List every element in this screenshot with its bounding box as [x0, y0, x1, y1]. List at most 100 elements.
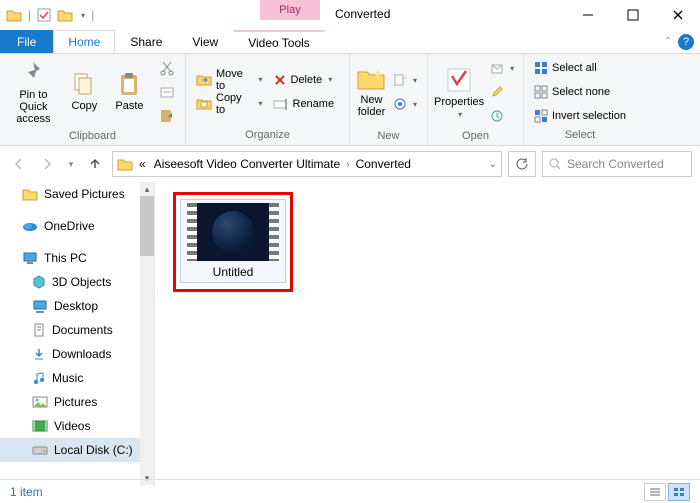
- pin-to-quick-access-button[interactable]: Pin to Quick access: [6, 56, 61, 128]
- edit-button[interactable]: [486, 81, 518, 103]
- tab-home[interactable]: Home: [53, 30, 115, 53]
- tree-item[interactable]: Downloads: [0, 342, 154, 366]
- back-button[interactable]: [8, 153, 30, 175]
- status-bar: 1 item: [0, 479, 700, 503]
- properties-button[interactable]: Properties ▾: [434, 56, 484, 128]
- group-label-select: Select: [524, 129, 636, 145]
- tree-item-label: Saved Pictures: [44, 187, 125, 201]
- checkbox-icon[interactable]: [37, 8, 51, 22]
- file-name: Untitled: [184, 265, 282, 279]
- tree-item[interactable]: 3D Objects: [0, 270, 154, 294]
- status-text: 1 item: [10, 485, 43, 499]
- tree-item[interactable]: Pictures: [0, 390, 154, 414]
- tree-item-label: This PC: [44, 251, 87, 265]
- select-none-icon: [534, 85, 548, 99]
- folder-icon: [57, 8, 73, 22]
- breadcrumb-1[interactable]: Aiseesoft Video Converter Ultimate: [152, 157, 343, 171]
- paste-shortcut-button[interactable]: [155, 105, 179, 127]
- tree-item[interactable]: Music: [0, 366, 154, 390]
- search-input[interactable]: Search Converted: [542, 151, 692, 177]
- qat-dropdown-icon[interactable]: ▾: [81, 11, 85, 20]
- help-icon[interactable]: ?: [678, 34, 694, 50]
- tree-item-label: Music: [52, 371, 83, 385]
- tree-item[interactable]: Videos: [0, 414, 154, 438]
- vid-icon: [32, 420, 48, 432]
- folder-icon: [6, 8, 22, 22]
- tree-item[interactable]: OneDrive: [0, 214, 154, 238]
- pin-label: Pin to Quick access: [6, 89, 61, 125]
- tree-item[interactable]: This PC: [0, 246, 154, 270]
- ribbon: Pin to Quick access Copy Paste Clipboard…: [0, 54, 700, 146]
- tree-item-label: 3D Objects: [52, 275, 111, 289]
- chevron-right-icon[interactable]: ›: [346, 159, 349, 170]
- pic-icon: [32, 396, 48, 408]
- scroll-up-icon[interactable]: ▴: [140, 182, 154, 196]
- tab-view[interactable]: View: [177, 30, 233, 53]
- easy-access-icon: [393, 97, 407, 111]
- invert-selection-icon: [534, 109, 548, 123]
- tab-file[interactable]: File: [0, 30, 53, 53]
- copy-button[interactable]: Copy: [63, 56, 106, 128]
- minimize-button[interactable]: [565, 0, 610, 30]
- history-icon: [490, 109, 504, 123]
- icons-view-button[interactable]: [668, 483, 690, 501]
- new-item-button[interactable]: ▾: [389, 69, 421, 91]
- close-button[interactable]: [655, 0, 700, 30]
- scrollbar[interactable]: ▴ ▾: [140, 182, 154, 485]
- address-bar[interactable]: « Aiseesoft Video Converter Ultimate › C…: [112, 151, 502, 177]
- tree-item[interactable]: Local Disk (C:): [0, 438, 154, 462]
- folder-icon: [22, 187, 38, 201]
- select-all-button[interactable]: Select all: [530, 57, 630, 79]
- group-label-organize: Organize: [186, 129, 349, 145]
- chevron-down-icon: ▾: [258, 99, 262, 108]
- tree-item[interactable]: Documents: [0, 318, 154, 342]
- nav-row: ▾ « Aiseesoft Video Converter Ultimate ›…: [0, 146, 700, 182]
- content-area[interactable]: Untitled: [155, 182, 700, 485]
- forward-button[interactable]: [36, 153, 58, 175]
- tree-item[interactable]: Saved Pictures: [0, 182, 154, 206]
- folder-icon: [117, 157, 133, 171]
- chevron-down-icon[interactable]: ⌄: [489, 159, 497, 170]
- cut-icon: [159, 60, 175, 76]
- down-icon: [32, 347, 46, 361]
- tree-item[interactable]: Desktop: [0, 294, 154, 318]
- history-button[interactable]: [486, 105, 518, 127]
- group-label-clipboard: Clipboard: [0, 130, 185, 145]
- chevron-down-icon: ▾: [328, 75, 332, 84]
- chevron-up-icon[interactable]: ˆ: [666, 35, 670, 49]
- chevron-down-icon: ▾: [458, 110, 462, 119]
- move-to-label: Move to: [216, 68, 252, 92]
- delete-button[interactable]: Delete▾: [269, 69, 344, 91]
- rename-button[interactable]: Rename: [269, 93, 344, 115]
- recent-dropdown[interactable]: ▾: [64, 153, 78, 175]
- nav-tree[interactable]: Saved Pictures OneDrive This PC 3D Objects D…: [0, 182, 155, 485]
- cut-button[interactable]: [155, 57, 179, 79]
- paste-icon: [116, 72, 142, 98]
- paste-label: Paste: [115, 100, 143, 112]
- breadcrumb-2[interactable]: Converted: [354, 157, 413, 171]
- tab-video-tools[interactable]: Video Tools: [233, 30, 325, 53]
- new-folder-button[interactable]: New folder: [356, 56, 387, 128]
- tab-share[interactable]: Share: [115, 30, 177, 53]
- file-item[interactable]: Untitled: [173, 192, 293, 292]
- maximize-button[interactable]: [610, 0, 655, 30]
- copy-to-button[interactable]: Copy to▾: [192, 93, 267, 115]
- refresh-button[interactable]: [508, 151, 536, 177]
- select-all-label: Select all: [552, 62, 597, 74]
- paste-button[interactable]: Paste: [108, 56, 151, 128]
- up-button[interactable]: [84, 153, 106, 175]
- paste-shortcut-icon: [159, 108, 175, 124]
- move-to-button[interactable]: Move to▾: [192, 69, 267, 91]
- copy-path-button[interactable]: [155, 81, 179, 103]
- open-icon: [490, 61, 504, 75]
- scroll-thumb[interactable]: [140, 196, 154, 256]
- open-button[interactable]: ▾: [486, 57, 518, 79]
- chevron-down-icon: ▾: [413, 76, 417, 85]
- new-item-icon: [393, 73, 407, 87]
- easy-access-button[interactable]: ▾: [389, 93, 421, 115]
- details-view-button[interactable]: [644, 483, 666, 501]
- select-none-button[interactable]: Select none: [530, 81, 630, 103]
- invert-selection-button[interactable]: Invert selection: [530, 105, 630, 127]
- group-label-open: Open: [428, 130, 523, 145]
- onedrive-icon: [22, 220, 38, 232]
